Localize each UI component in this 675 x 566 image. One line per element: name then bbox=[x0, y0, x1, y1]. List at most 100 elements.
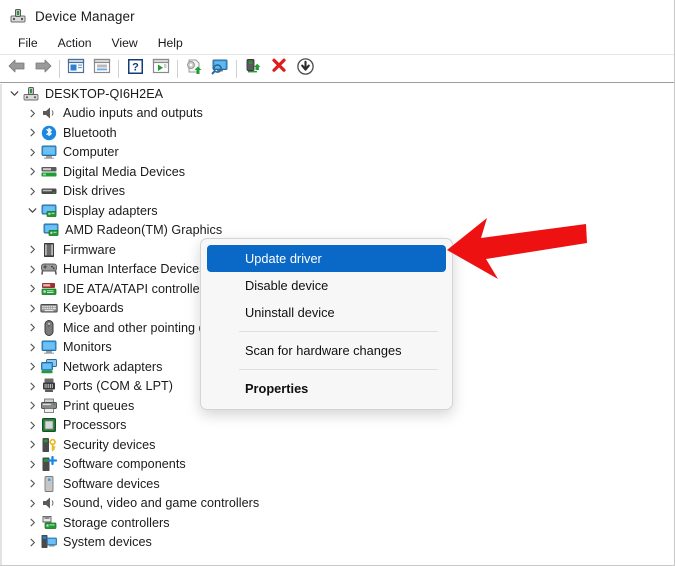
chevron-right-icon[interactable] bbox=[24, 143, 40, 162]
toolbar-separator-4 bbox=[236, 59, 237, 78]
svg-text:?: ? bbox=[132, 61, 139, 73]
toolbar-separator-2 bbox=[118, 59, 119, 78]
update-driver-icon bbox=[185, 58, 204, 80]
tree-node-label: Digital Media Devices bbox=[63, 164, 186, 179]
menu-action[interactable]: Action bbox=[48, 34, 102, 52]
chevron-down-icon[interactable] bbox=[24, 201, 40, 220]
chevron-right-icon[interactable] bbox=[24, 435, 40, 454]
monitor-icon bbox=[40, 338, 58, 356]
uninstall-device-icon bbox=[270, 57, 288, 80]
add-legacy-hardware-button[interactable] bbox=[240, 57, 266, 81]
tree-node-bluetooth[interactable]: Bluetooth bbox=[2, 123, 668, 143]
firmware-icon bbox=[40, 241, 58, 259]
hid-icon bbox=[40, 260, 58, 278]
tree-node-digital-media-devices[interactable]: Digital Media Devices bbox=[2, 162, 668, 182]
chevron-right-icon[interactable] bbox=[24, 123, 40, 142]
tree-node-audio-inputs-and-outputs[interactable]: Audio inputs and outputs bbox=[2, 104, 668, 124]
toolbar: ? bbox=[0, 55, 674, 83]
tree-node-security-devices[interactable]: Security devices bbox=[2, 435, 668, 455]
context-menu-item-scan-for-hardware-changes[interactable]: Scan for hardware changes bbox=[207, 337, 446, 364]
menu-view[interactable]: View bbox=[102, 34, 148, 52]
processor-icon bbox=[40, 416, 58, 434]
chevron-right-icon[interactable] bbox=[24, 318, 40, 337]
tree-node-computer[interactable]: Computer bbox=[2, 143, 668, 163]
monitor-icon bbox=[40, 143, 58, 161]
chevron-right-icon[interactable] bbox=[24, 162, 40, 181]
tree-node-processors[interactable]: Processors bbox=[2, 416, 668, 436]
uninstall-device-button[interactable] bbox=[266, 57, 292, 81]
disable-device-button[interactable] bbox=[292, 57, 318, 81]
update-driver-button[interactable] bbox=[181, 57, 207, 81]
tree-node-label: Print queues bbox=[63, 398, 135, 413]
tree-node-system-devices[interactable]: System devices bbox=[2, 533, 668, 553]
show-hidden-devices-button[interactable] bbox=[89, 57, 115, 81]
network-adapter-icon bbox=[40, 358, 58, 376]
disk-drive-icon bbox=[40, 182, 58, 200]
system-device-icon bbox=[40, 533, 58, 551]
forward-arrow-icon bbox=[33, 58, 53, 79]
ide-controller-icon bbox=[40, 280, 58, 298]
chevron-right-icon[interactable] bbox=[24, 357, 40, 376]
tree-node-software-components[interactable]: Software components bbox=[2, 455, 668, 475]
tree-node-label: Disk drives bbox=[63, 184, 126, 199]
tree-node-disk-drives[interactable]: Disk drives bbox=[2, 182, 668, 202]
toolbar-separator-3 bbox=[177, 59, 178, 78]
toolbar-separator-1 bbox=[59, 59, 60, 78]
chevron-right-icon[interactable] bbox=[24, 104, 40, 123]
tree-node-label: Audio inputs and outputs bbox=[63, 106, 203, 121]
show-hidden-devices-icon bbox=[93, 58, 111, 79]
context-menu-item-uninstall-device[interactable]: Uninstall device bbox=[207, 299, 446, 326]
properties-button[interactable] bbox=[63, 57, 89, 81]
enable-device-button[interactable] bbox=[148, 57, 174, 81]
forward-button[interactable] bbox=[30, 57, 56, 81]
tree-node-desktop[interactable]: DESKTOP-QI6H2EA bbox=[2, 84, 668, 104]
printer-icon bbox=[40, 397, 58, 415]
back-arrow-icon bbox=[7, 58, 27, 79]
tree-node-label: IDE ATA/ATAPI controllers bbox=[63, 281, 211, 296]
chevron-right-icon[interactable] bbox=[24, 299, 40, 318]
speaker-icon bbox=[40, 104, 58, 122]
menu-help[interactable]: Help bbox=[148, 34, 193, 52]
tree-node-label: Security devices bbox=[63, 437, 156, 452]
tree-node-software-devices[interactable]: Software devices bbox=[2, 474, 668, 494]
chevron-right-icon[interactable] bbox=[24, 455, 40, 474]
chevron-down-icon[interactable] bbox=[6, 84, 22, 103]
tree-node-storage-controllers[interactable]: Storage controllers bbox=[2, 513, 668, 533]
chevron-right-icon[interactable] bbox=[24, 416, 40, 435]
tree-node-display-adapters[interactable]: Display adapters bbox=[2, 201, 668, 221]
security-device-icon bbox=[40, 436, 58, 454]
menu-file[interactable]: File bbox=[8, 34, 48, 52]
tree-node-label: Keyboards bbox=[63, 301, 124, 316]
help-button[interactable]: ? bbox=[122, 57, 148, 81]
tree-node-label: Bluetooth bbox=[63, 125, 117, 140]
chevron-right-icon[interactable] bbox=[24, 377, 40, 396]
tree-node-label: Display adapters bbox=[63, 203, 158, 218]
chevron-right-icon[interactable] bbox=[24, 513, 40, 532]
chevron-right-icon[interactable] bbox=[24, 494, 40, 513]
window-title: Device Manager bbox=[35, 8, 135, 24]
chevron-right-icon[interactable] bbox=[24, 279, 40, 298]
media-device-icon bbox=[40, 163, 58, 181]
context-menu-item-properties[interactable]: Properties bbox=[207, 375, 446, 402]
tree-node-sound-video-and-game-controllers[interactable]: Sound, video and game controllers bbox=[2, 494, 668, 514]
chevron-right-icon[interactable] bbox=[24, 338, 40, 357]
context-menu-item-update-driver[interactable]: Update driver bbox=[207, 245, 446, 272]
chevron-right-icon[interactable] bbox=[24, 533, 40, 552]
chevron-right-icon[interactable] bbox=[24, 260, 40, 279]
tree-node-label: Software devices bbox=[63, 476, 160, 491]
install-legacy-hardware-icon bbox=[244, 58, 262, 80]
scan-hardware-changes-button[interactable] bbox=[207, 57, 233, 81]
back-button[interactable] bbox=[4, 57, 30, 81]
tree-node-label: Network adapters bbox=[63, 359, 163, 374]
chevron-right-icon[interactable] bbox=[24, 396, 40, 415]
context-menu-separator-1 bbox=[239, 331, 438, 332]
chevron-right-icon[interactable] bbox=[24, 240, 40, 259]
tree-node-label: Computer bbox=[63, 145, 119, 160]
chevron-right-icon[interactable] bbox=[24, 182, 40, 201]
chevron-right-icon[interactable] bbox=[24, 474, 40, 493]
context-menu[interactable]: Update driver Disable device Uninstall d… bbox=[200, 238, 453, 410]
tree-node-label: Ports (COM & LPT) bbox=[63, 379, 174, 394]
context-menu-item-disable-device[interactable]: Disable device bbox=[207, 272, 446, 299]
menu-bar: File Action View Help bbox=[0, 32, 674, 55]
tree-node-label: Storage controllers bbox=[63, 515, 170, 530]
